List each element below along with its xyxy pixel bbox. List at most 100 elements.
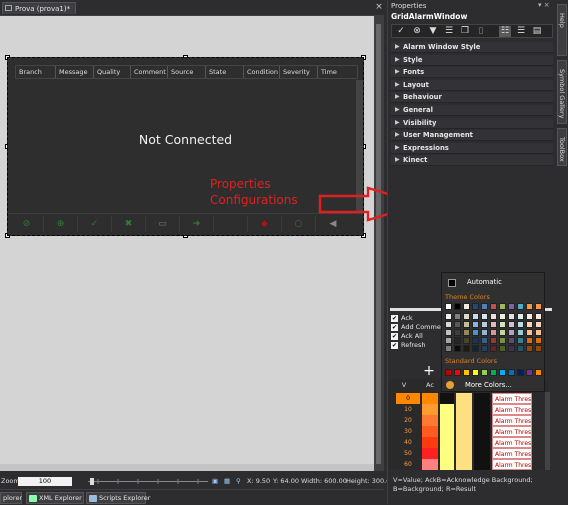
bg-color-cell[interactable] xyxy=(440,415,454,426)
copy-icon[interactable]: ❐ xyxy=(459,26,471,37)
theme-shade-swatch[interactable] xyxy=(463,337,470,344)
standard-color-swatch[interactable] xyxy=(472,369,479,376)
standard-color-swatch[interactable] xyxy=(499,369,506,376)
theme-color-swatch[interactable] xyxy=(526,303,533,310)
tab-symbol-gallery[interactable]: Symbol Gallery xyxy=(557,60,567,124)
category-alarm-window-style[interactable]: ▶ Alarm Window Style xyxy=(391,42,553,53)
categorized-icon[interactable]: ☷ xyxy=(499,26,511,37)
theme-shade-swatch[interactable] xyxy=(472,345,479,352)
theme-shade-swatch[interactable] xyxy=(508,337,515,344)
theme-color-swatch[interactable] xyxy=(463,303,470,310)
theme-shade-swatch[interactable] xyxy=(481,313,488,320)
category-user-management[interactable]: ▶ User Management xyxy=(391,130,553,142)
cancel-icon[interactable]: ⊗ xyxy=(411,26,423,37)
standard-color-swatch[interactable] xyxy=(481,369,488,376)
theme-shade-swatch[interactable] xyxy=(490,329,497,336)
text-color-cell[interactable] xyxy=(456,393,472,404)
theme-shade-swatch[interactable] xyxy=(535,337,542,344)
standard-color-swatch[interactable] xyxy=(517,369,524,376)
filter-icon[interactable]: ▼ xyxy=(427,26,439,37)
add-comment-checkbox[interactable]: ✔ Add Comment xyxy=(391,323,448,332)
theme-shade-swatch[interactable] xyxy=(499,321,506,328)
theme-shade-swatch[interactable] xyxy=(445,313,452,320)
bg-color-cell[interactable] xyxy=(440,404,454,415)
theme-shade-swatch[interactable] xyxy=(454,313,461,320)
theme-shade-swatch[interactable] xyxy=(481,337,488,344)
category-layout[interactable]: ▶ Layout xyxy=(391,79,553,91)
theme-shade-swatch[interactable] xyxy=(517,321,524,328)
bg-color-cell[interactable] xyxy=(440,393,454,404)
checkbox-box[interactable]: ✔ xyxy=(391,324,398,331)
remove-icon[interactable]: ◆ xyxy=(248,216,282,232)
column-comment[interactable]: Comment xyxy=(131,66,168,78)
canvas-horizontal-scrollbar[interactable] xyxy=(0,464,374,471)
theme-shade-swatch[interactable] xyxy=(526,313,533,320)
theme-shade-swatch[interactable] xyxy=(517,313,524,320)
more-colors-option[interactable]: More Colors... xyxy=(465,381,512,389)
scrollbar-thumb[interactable] xyxy=(376,24,381,464)
canvas-vertical-scrollbar[interactable] xyxy=(374,16,384,471)
value-cell[interactable]: 60 xyxy=(396,459,420,470)
value-cell[interactable]: 50 xyxy=(396,448,420,459)
column-source[interactable]: Source xyxy=(168,66,206,78)
threshold-text-cell[interactable]: Alarm Threshold xyxy=(492,426,532,437)
value-cell[interactable]: 30 xyxy=(396,426,420,437)
result-color-cell[interactable] xyxy=(474,426,490,437)
theme-shade-swatch[interactable] xyxy=(535,313,542,320)
column-branch[interactable]: Branch xyxy=(16,66,56,78)
theme-shade-swatch[interactable] xyxy=(499,313,506,320)
result-color-cell[interactable] xyxy=(474,437,490,448)
theme-shade-swatch[interactable] xyxy=(499,337,506,344)
category-style[interactable]: ▶ Style xyxy=(391,54,553,66)
check-all-icon[interactable]: ⊕ xyxy=(44,216,78,232)
checkbox-box[interactable]: ✔ xyxy=(391,333,398,340)
checkbox-box[interactable]: ✔ xyxy=(391,315,398,322)
standard-color-swatch[interactable] xyxy=(490,369,497,376)
value-cell[interactable]: 0 xyxy=(396,393,420,404)
theme-shade-swatch[interactable] xyxy=(499,345,506,352)
column-ack[interactable]: Ac xyxy=(422,379,438,392)
tab-toolbox[interactable]: ToolBox xyxy=(557,128,567,166)
theme-color-swatch[interactable] xyxy=(445,303,452,310)
table-row[interactable]: 60 Alarm Threshold xyxy=(388,459,548,471)
theme-shade-swatch[interactable] xyxy=(463,313,470,320)
theme-shade-swatch[interactable] xyxy=(454,321,461,328)
theme-shade-swatch[interactable] xyxy=(454,337,461,344)
check-icon[interactable]: ⊘ xyxy=(10,216,44,232)
theme-shade-swatch[interactable] xyxy=(463,329,470,336)
theme-color-swatch[interactable] xyxy=(517,303,524,310)
tab-context-help[interactable]: Context Help xyxy=(557,4,568,56)
theme-color-swatch[interactable] xyxy=(508,303,515,310)
theme-shade-swatch[interactable] xyxy=(445,329,452,336)
ack-color-cell[interactable] xyxy=(422,393,438,404)
sort-icon[interactable]: ☰ xyxy=(443,26,455,37)
comment-icon[interactable]: ▭ xyxy=(146,216,180,232)
bg-color-cell[interactable] xyxy=(440,426,454,437)
zoom-input[interactable]: 100 xyxy=(18,477,72,486)
ack-checkbox[interactable]: ✔ Ack xyxy=(391,314,413,323)
theme-color-swatch[interactable] xyxy=(490,303,497,310)
column-severity[interactable]: Severity xyxy=(280,66,318,78)
property-pages-icon[interactable]: ▤ xyxy=(531,26,543,37)
ack-color-cell[interactable] xyxy=(422,437,438,448)
column-condition[interactable]: Condition xyxy=(244,66,280,78)
bg-color-cell[interactable] xyxy=(440,448,454,459)
category-kinect[interactable]: ▶ Kinect xyxy=(391,155,553,167)
theme-color-swatch[interactable] xyxy=(499,303,506,310)
theme-shade-swatch[interactable] xyxy=(463,321,470,328)
theme-shade-swatch[interactable] xyxy=(454,329,461,336)
theme-color-swatch[interactable] xyxy=(454,303,461,310)
ack-all-checkbox[interactable]: ✔ Ack All xyxy=(391,332,423,341)
grid-alarm-window[interactable]: Branch Message Quality Comment Source St… xyxy=(7,57,364,236)
theme-shade-swatch[interactable] xyxy=(454,345,461,352)
tab-prova[interactable]: Prova (prova1)* xyxy=(2,2,76,14)
theme-shade-swatch[interactable] xyxy=(445,321,452,328)
category-expressions[interactable]: ▶ Expressions xyxy=(391,142,553,154)
category-fonts[interactable]: ▶ Fonts xyxy=(391,67,553,79)
value-cell[interactable]: 20 xyxy=(396,415,420,426)
category-behaviour[interactable]: ▶ Behaviour xyxy=(391,92,553,104)
column-state[interactable]: State xyxy=(206,66,244,78)
standard-color-swatch[interactable] xyxy=(445,369,452,376)
text-color-cell[interactable] xyxy=(456,448,472,459)
ack-color-cell[interactable] xyxy=(422,448,438,459)
